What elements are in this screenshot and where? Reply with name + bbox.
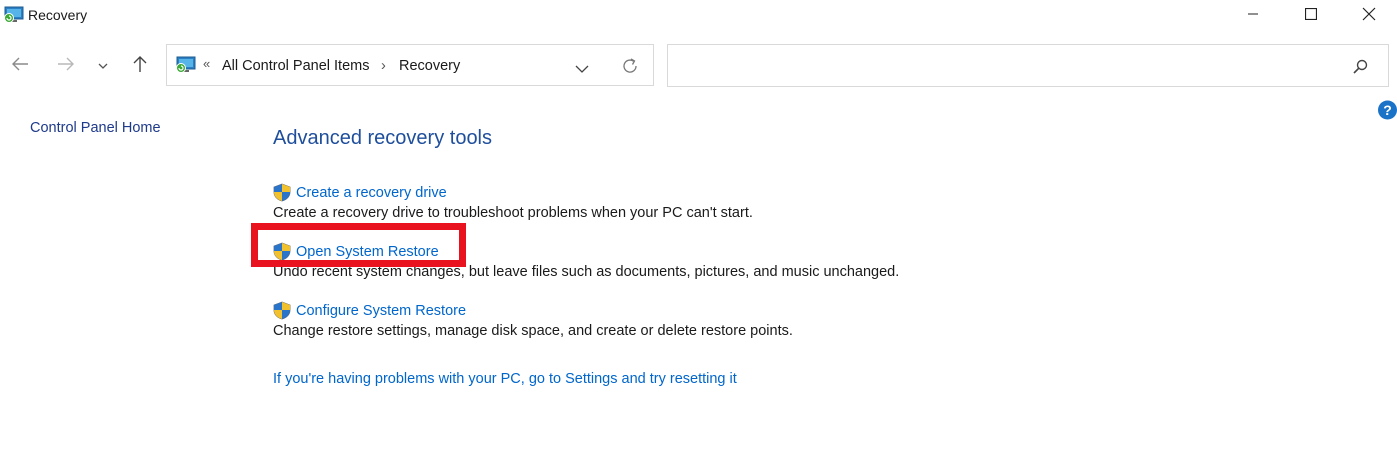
forward-button[interactable] [53, 52, 79, 80]
minimize-button[interactable] [1224, 0, 1282, 32]
uac-shield-icon [273, 183, 291, 202]
create-recovery-drive-description: Create a recovery drive to troubleshoot … [273, 205, 753, 221]
address-dropdown-button[interactable] [575, 61, 589, 79]
configure-system-restore-description: Change restore settings, manage disk spa… [273, 323, 793, 339]
overflow-chevron[interactable]: « [203, 56, 210, 71]
search-input[interactable] [674, 53, 1338, 79]
breadcrumb-recovery[interactable]: Recovery [399, 58, 460, 74]
svg-text:?: ? [1383, 102, 1392, 118]
back-button[interactable] [7, 52, 33, 80]
back-arrow-icon [11, 57, 29, 76]
recovery-control-panel-icon [176, 56, 196, 79]
window-title: Recovery [28, 7, 88, 23]
create-recovery-drive-link[interactable]: Create a recovery drive [296, 185, 447, 201]
minimize-icon [1247, 7, 1259, 25]
task-configure-system-restore[interactable]: Configure System Restore [273, 301, 466, 320]
forward-arrow-icon [57, 57, 75, 76]
up-button[interactable] [127, 52, 153, 80]
task-create-recovery-drive[interactable]: Create a recovery drive [273, 183, 447, 202]
highlight-box [251, 223, 466, 267]
recovery-control-panel-icon [4, 6, 24, 24]
help-icon[interactable]: ? [1378, 100, 1397, 120]
chevron-down-icon [98, 57, 108, 75]
chevron-down-icon [575, 61, 589, 78]
address-bar[interactable]: « All Control Panel Items › Recovery [166, 44, 654, 86]
maximize-icon [1304, 7, 1318, 25]
up-arrow-icon [132, 55, 148, 78]
control-panel-home-link[interactable]: Control Panel Home [30, 120, 161, 136]
page-heading: Advanced recovery tools [273, 127, 493, 149]
close-button[interactable] [1340, 0, 1397, 32]
breadcrumb-all-control-panel-items[interactable]: All Control Panel Items [222, 58, 369, 74]
refresh-icon [621, 58, 639, 79]
search-box[interactable] [667, 44, 1389, 87]
recent-locations-button[interactable] [91, 52, 115, 80]
maximize-button[interactable] [1282, 0, 1340, 32]
uac-shield-icon [273, 301, 291, 320]
breadcrumb-separator[interactable]: › [381, 58, 386, 74]
refresh-button[interactable] [621, 57, 639, 80]
search-icon[interactable] [1353, 59, 1368, 79]
close-icon [1362, 7, 1376, 26]
reset-pc-settings-link[interactable]: If you're having problems with your PC, … [273, 371, 737, 387]
configure-system-restore-link[interactable]: Configure System Restore [296, 303, 466, 319]
